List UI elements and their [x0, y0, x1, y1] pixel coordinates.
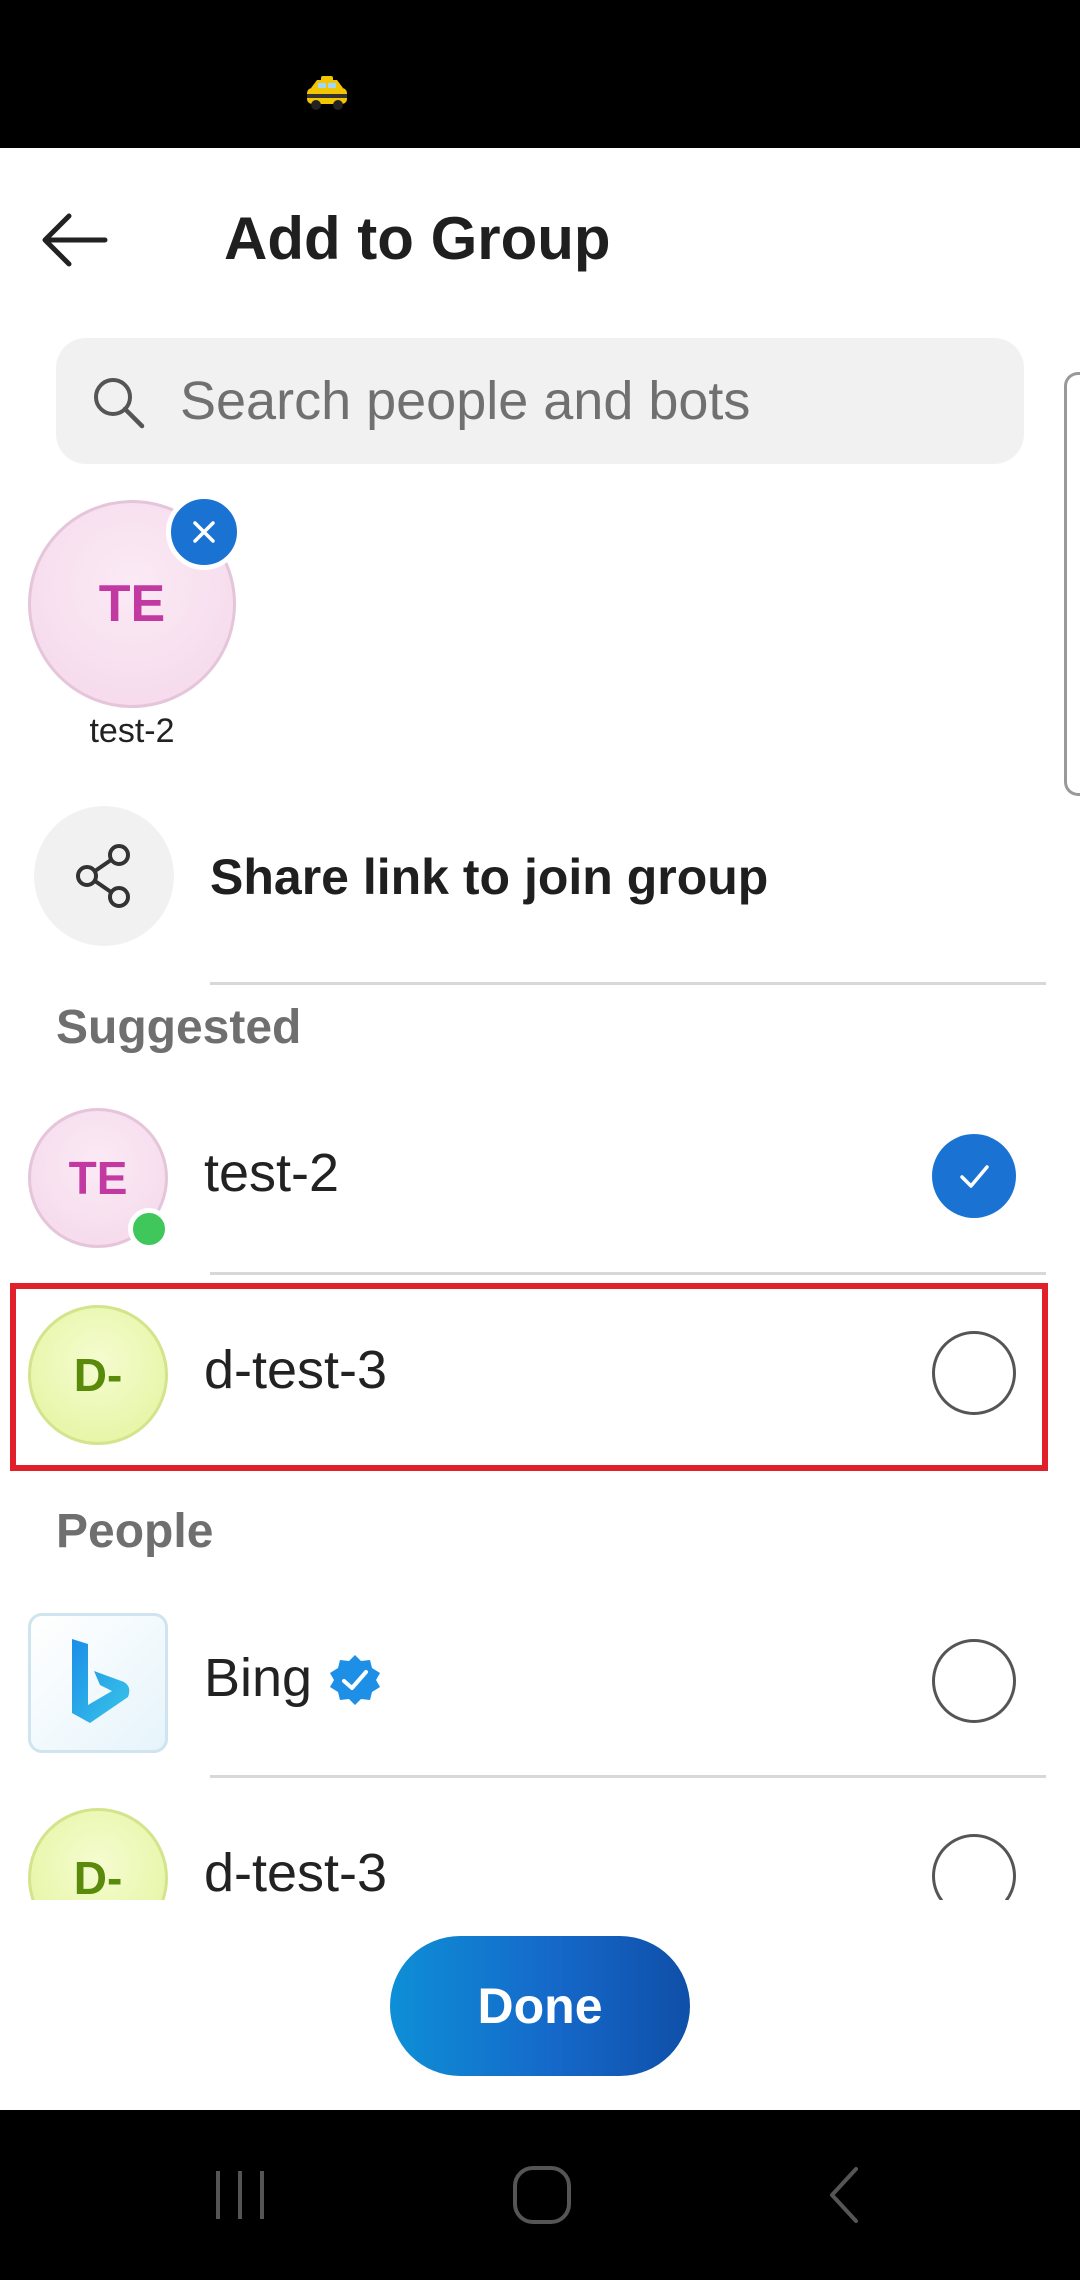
online-status-indicator: [128, 1208, 170, 1250]
select-checkbox[interactable]: [932, 1134, 1016, 1218]
list-clip: D- d-test-3: [0, 1740, 1080, 1900]
done-button[interactable]: Done: [390, 1936, 690, 2076]
footer: Done: [0, 1900, 1080, 2110]
page-title: Add to Group: [224, 205, 611, 272]
status-bar: [0, 0, 1080, 148]
divider: [210, 982, 1046, 985]
contact-name: Bing: [204, 1648, 313, 1708]
share-icon-container: [34, 806, 174, 946]
scrollbar[interactable]: [1064, 372, 1080, 796]
contact-name: d-test-3: [204, 1843, 388, 1900]
screen: Add to Group TE test-2: [0, 0, 1080, 2280]
select-checkbox[interactable]: [932, 1834, 1016, 1900]
chip-label: test-2: [89, 712, 175, 750]
back-button[interactable]: [30, 200, 120, 280]
select-checkbox[interactable]: [932, 1331, 1016, 1415]
taxi-icon: [307, 76, 347, 110]
home-button[interactable]: [482, 2150, 602, 2240]
select-checkbox[interactable]: [932, 1639, 1016, 1723]
search-icon: [94, 378, 145, 429]
share-icon: [76, 844, 130, 908]
section-header-people: People: [56, 1505, 214, 1558]
contact-name: d-test-3: [204, 1340, 388, 1400]
list-item[interactable]: TE test-2: [0, 1080, 1080, 1270]
selected-contact-chip: TE test-2: [28, 494, 242, 760]
avatar: D-: [28, 1808, 168, 1900]
home-icon: [513, 2166, 571, 2224]
share-link-row[interactable]: Share link to join group: [0, 806, 1080, 984]
verified-badge-icon: [330, 1655, 380, 1705]
list-item[interactable]: D- d-test-3: [0, 1277, 1080, 1467]
checkmark-icon: [960, 1165, 989, 1188]
search-bar[interactable]: [56, 338, 1024, 464]
recent-apps-icon: [216, 2171, 264, 2219]
arrow-left-icon: [42, 213, 108, 267]
bing-logo-icon: [72, 1639, 130, 1723]
system-back-button[interactable]: [784, 2150, 904, 2240]
search-input[interactable]: [180, 338, 1000, 464]
recent-apps-button[interactable]: [180, 2150, 300, 2240]
chevron-left-icon: [830, 2167, 858, 2223]
remove-chip-button[interactable]: [166, 494, 242, 570]
close-icon: [193, 521, 215, 543]
avatar: D-: [28, 1305, 168, 1445]
app-header: Add to Group: [0, 148, 1080, 324]
section-header-suggested: Suggested: [56, 1001, 302, 1054]
list-item[interactable]: D- d-test-3: [0, 1780, 1080, 1900]
contact-name: test-2: [204, 1143, 340, 1203]
bing-avatar: [28, 1613, 168, 1753]
divider: [210, 1272, 1046, 1275]
system-nav-bar: [0, 2110, 1080, 2280]
share-link-label: Share link to join group: [210, 849, 769, 905]
